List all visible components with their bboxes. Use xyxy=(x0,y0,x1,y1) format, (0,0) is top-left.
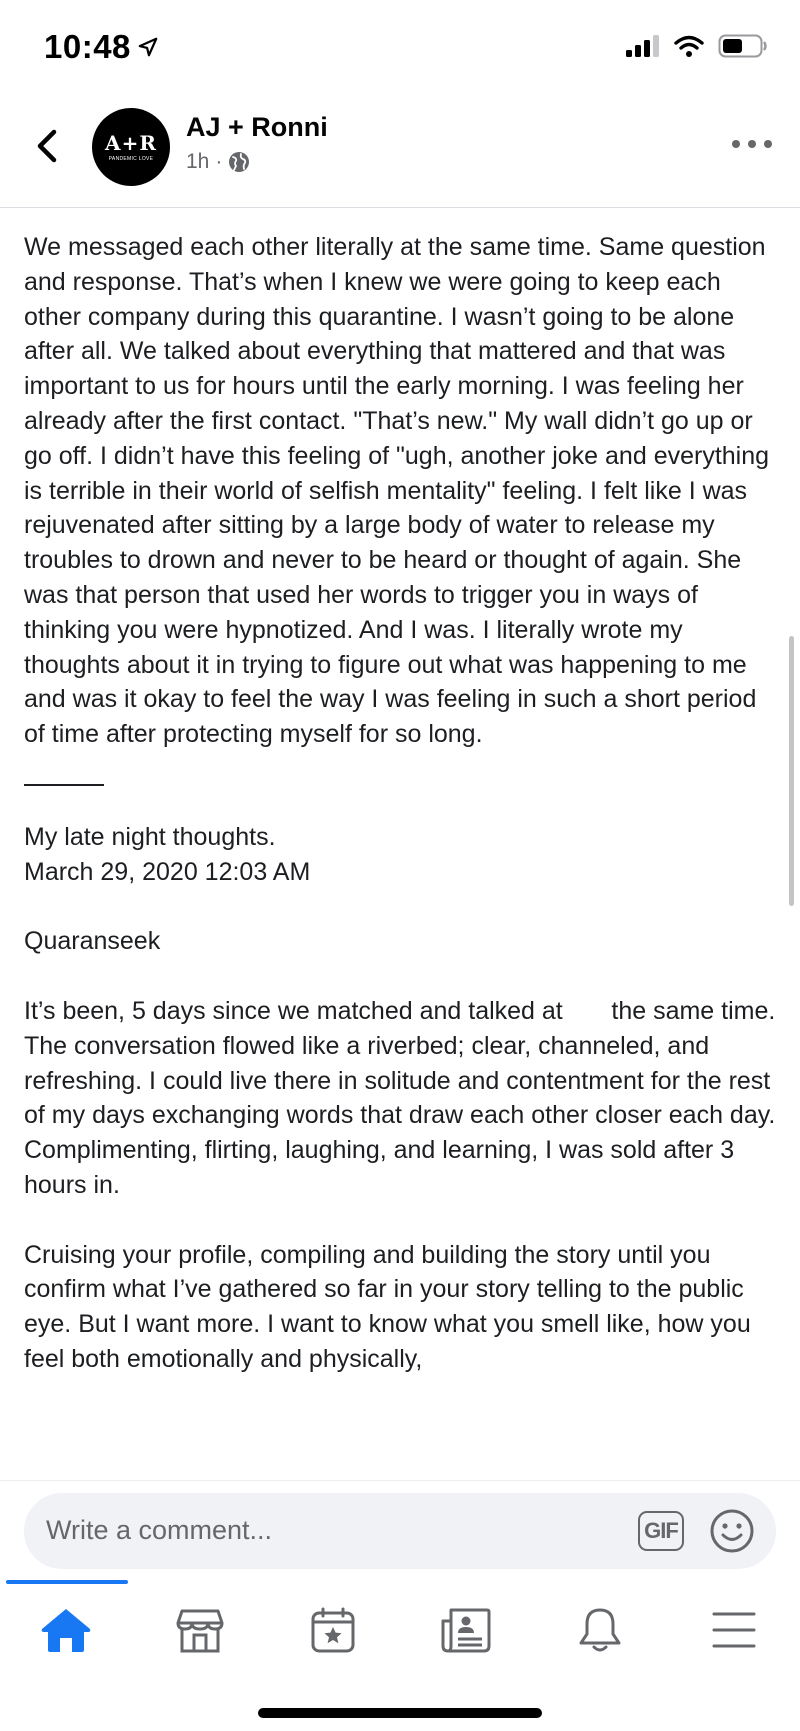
more-dot xyxy=(764,140,772,148)
chevron-left-icon xyxy=(37,129,57,163)
more-dot xyxy=(748,140,756,148)
bell-icon xyxy=(579,1608,621,1652)
page-name[interactable]: AJ + Ronni xyxy=(186,112,328,143)
note-heading: Quaranseek xyxy=(24,927,161,956)
note-date: March 29, 2020 12:03 AM xyxy=(24,857,311,886)
home-icon xyxy=(41,1609,91,1652)
gif-button[interactable]: GIF xyxy=(638,1511,684,1551)
status-bar: 10:48 xyxy=(0,0,800,100)
more-options-button[interactable] xyxy=(732,134,772,154)
post-paragraph: It’s been, 5 days since we matched and t… xyxy=(24,996,783,1199)
tab-events[interactable] xyxy=(303,1600,363,1660)
active-tab-indicator xyxy=(6,1580,128,1584)
post-content[interactable]: We messaged each other literally at the … xyxy=(0,208,800,1480)
page-avatar[interactable]: A+R PANDEMIC LOVE xyxy=(92,108,170,186)
smiley-icon xyxy=(710,1509,754,1553)
comment-input[interactable]: Write a comment... GIF xyxy=(24,1493,776,1569)
wifi-icon xyxy=(674,35,704,57)
status-icons xyxy=(626,34,768,58)
tab-news[interactable] xyxy=(436,1600,496,1660)
divider-line xyxy=(24,783,104,786)
scrollbar[interactable] xyxy=(789,636,794,906)
calendar-star-icon xyxy=(311,1607,355,1653)
avatar-tagline: PANDEMIC LOVE xyxy=(108,155,154,162)
post-time[interactable]: 1h xyxy=(186,150,209,174)
news-icon xyxy=(441,1608,491,1653)
post-paragraph: We messaged each other literally at the … xyxy=(24,233,770,749)
clock-time: 10:48 xyxy=(44,28,131,65)
status-time: 10:48 xyxy=(44,28,159,66)
battery-icon xyxy=(718,34,767,58)
tab-notifications[interactable] xyxy=(570,1600,630,1660)
tab-menu[interactable] xyxy=(704,1600,764,1660)
post-meta: 1h · xyxy=(186,150,250,174)
back-button[interactable] xyxy=(28,126,68,166)
post-paragraph: Cruising your profile, compiling and bui… xyxy=(24,1240,751,1373)
note-title: My late night thoughts. xyxy=(24,822,276,851)
location-arrow-icon xyxy=(138,37,158,57)
comment-placeholder: Write a comment... xyxy=(46,1515,273,1545)
bottom-tab-bar xyxy=(0,1580,800,1731)
meta-separator: · xyxy=(215,150,223,173)
more-dots-icon xyxy=(732,140,740,148)
globe-icon xyxy=(229,152,250,172)
menu-icon xyxy=(712,1612,756,1648)
signal-bars-icon xyxy=(626,35,659,57)
tab-home[interactable] xyxy=(36,1600,96,1660)
avatar-monogram: A+R xyxy=(105,130,157,155)
tab-marketplace[interactable] xyxy=(170,1600,230,1660)
marketplace-icon xyxy=(176,1609,224,1653)
post-body: We messaged each other literally at the … xyxy=(24,230,784,1377)
post-header: A+R PANDEMIC LOVE AJ + Ronni 1h · xyxy=(0,100,800,208)
home-indicator[interactable] xyxy=(258,1708,542,1718)
comment-bar: Write a comment... GIF xyxy=(0,1480,800,1580)
emoji-button[interactable] xyxy=(708,1507,756,1555)
